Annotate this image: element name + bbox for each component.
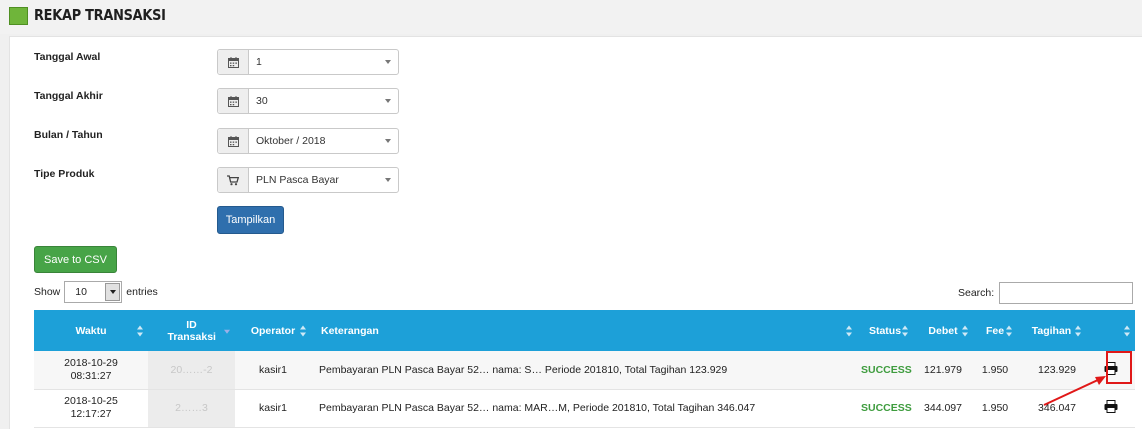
tanggal-awal-select[interactable]: 1 (217, 49, 399, 75)
column-header-print[interactable] (1086, 310, 1135, 351)
sort-icon (846, 325, 852, 336)
keterangan-cell: Pembayaran PLN Pasca Bayar 52… nama: MAR… (319, 402, 756, 414)
debet-cell: 344.097 (924, 402, 962, 414)
chevron-down-icon (378, 50, 398, 74)
show-label: Show (34, 286, 61, 298)
calendar-icon (218, 50, 249, 74)
cart-icon (218, 168, 249, 192)
fee-cell: 1.950 (981, 402, 1009, 414)
sort-icon (1124, 325, 1130, 336)
bulan-tahun-value: Oktober / 2018 (256, 135, 326, 147)
tanggal-awal-value: 1 (256, 56, 262, 68)
sort-desc-icon (224, 329, 230, 334)
calendar-icon (218, 89, 249, 113)
debet-cell: 121.979 (924, 363, 962, 376)
search-label: Search: (958, 287, 995, 299)
page-length-value: 10 (75, 286, 87, 298)
status-badge: SUCCESS (861, 402, 912, 414)
tipe-produk-select[interactable]: PLN Pasca Bayar (217, 167, 399, 193)
calendar-icon (218, 129, 249, 153)
page-title: REKAP TRANSAKSI (34, 6, 166, 24)
column-header-status[interactable]: Status (857, 310, 913, 351)
sort-icon (137, 325, 143, 336)
chevron-down-icon (378, 89, 398, 113)
column-header-operator[interactable]: Operator (235, 310, 311, 351)
save-csv-button[interactable]: Save to CSV (34, 246, 117, 273)
table-header-row: Waktu ID Transaksi Operator Keterangan S… (34, 310, 1135, 351)
page-header: REKAP TRANSAKSI (0, 0, 1142, 34)
fee-cell: 1.950 (981, 363, 1009, 376)
annotation-arrow-icon (1043, 376, 1106, 406)
operator-cell: kasir1 (258, 363, 287, 376)
entries-label: entries (126, 286, 158, 298)
column-header-keterangan[interactable]: Keterangan (311, 310, 857, 351)
operator-cell: kasir1 (258, 402, 287, 414)
chevron-down-icon (378, 168, 398, 192)
title-accent-square (9, 7, 28, 25)
chevron-down-icon[interactable] (105, 283, 121, 301)
column-header-debet[interactable]: Debet (913, 310, 973, 351)
transactions-table: Waktu ID Transaksi Operator Keterangan S… (34, 310, 1135, 428)
page-length-control: Show 10 entries (34, 281, 158, 303)
tanggal-akhir-value: 30 (256, 95, 268, 107)
column-header-fee[interactable]: Fee (973, 310, 1017, 351)
search-input[interactable] (999, 282, 1133, 304)
waktu-cell: 2018-10-25 12:17:27 (64, 395, 118, 420)
table-row: 2018-10-29 08:31:27 20……-2 kasir1 Pembaya… (34, 351, 1135, 389)
sort-icon (300, 325, 306, 336)
table-row: 2018-10-25 12:17:27 2……3 kasir1 Pembayara… (34, 389, 1135, 427)
chevron-down-icon (378, 129, 398, 153)
tanggal-akhir-label: Tanggal Akhir (34, 90, 103, 102)
bulan-tahun-label: Bulan / Tahun (34, 129, 103, 141)
tampilkan-button[interactable]: Tampilkan (217, 206, 284, 234)
column-header-waktu[interactable]: Waktu (34, 310, 148, 351)
sort-icon (1006, 325, 1012, 336)
tipe-produk-value: PLN Pasca Bayar (256, 174, 339, 186)
tipe-produk-label: Tipe Produk (34, 168, 95, 180)
id-transaksi-cell: 2……3 (148, 389, 235, 427)
waktu-cell: 2018-10-29 08:31:27 (64, 356, 118, 382)
keterangan-cell: Pembayaran PLN Pasca Bayar 52… nama: S… … (319, 363, 728, 376)
sort-icon (902, 325, 908, 336)
sort-icon (1075, 325, 1081, 336)
id-transaksi-cell: 20……-2 (148, 351, 235, 389)
column-header-tagihan[interactable]: Tagihan (1017, 310, 1086, 351)
status-badge: SUCCESS (861, 363, 912, 376)
tanggal-awal-label: Tanggal Awal (34, 51, 101, 63)
bulan-tahun-select[interactable]: Oktober / 2018 (217, 128, 399, 154)
column-header-id-transaksi[interactable]: ID Transaksi (148, 310, 235, 351)
page-length-select[interactable]: 10 (64, 281, 123, 303)
tanggal-akhir-select[interactable]: 30 (217, 88, 399, 114)
sort-icon (962, 325, 968, 336)
